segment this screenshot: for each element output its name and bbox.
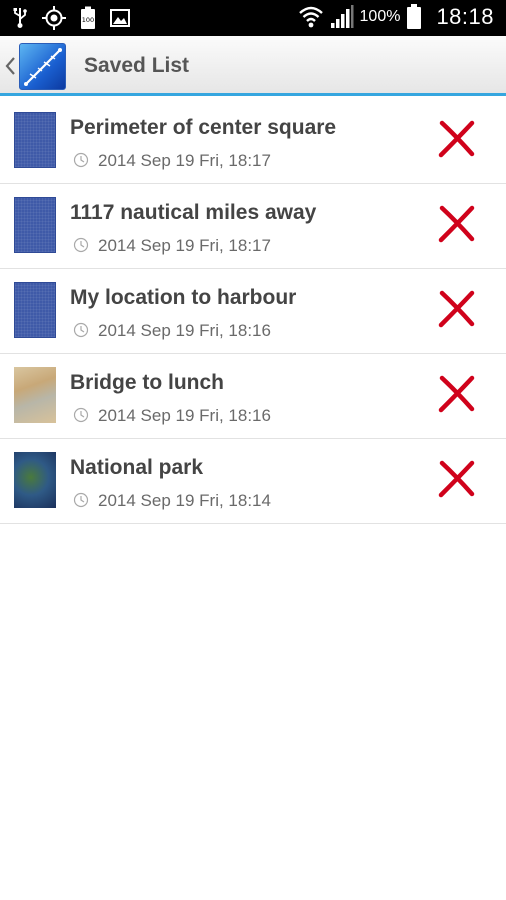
delete-icon[interactable]: [436, 373, 478, 415]
saved-list: Perimeter of center square 2014 Sep 19 F…: [0, 99, 506, 524]
page-title: Saved List: [84, 54, 190, 77]
action-bar: Saved List: [0, 36, 506, 96]
app-logo-icon[interactable]: [19, 43, 66, 90]
wifi-icon: [298, 6, 323, 28]
image-icon: [110, 9, 130, 27]
ruler-icon: [24, 48, 62, 86]
list-item[interactable]: My location to harbour 2014 Sep 19 Fri, …: [0, 269, 506, 354]
map-thumbnail: [14, 282, 56, 338]
clock-icon: [73, 152, 89, 168]
item-timestamp: 2014 Sep 19 Fri, 18:17: [98, 151, 271, 170]
clock-icon: [73, 492, 89, 508]
list-item[interactable]: 1117 nautical miles away 2014 Sep 19 Fri…: [0, 184, 506, 269]
delete-icon[interactable]: [436, 118, 478, 160]
item-title: My location to harbour: [70, 286, 297, 309]
map-thumbnail: [14, 452, 56, 508]
map-thumbnail: [14, 112, 56, 168]
item-title: Bridge to lunch: [70, 371, 224, 394]
item-timestamp: 2014 Sep 19 Fri, 18:16: [98, 406, 271, 425]
item-title: Perimeter of center square: [70, 116, 337, 139]
map-thumbnail: [14, 197, 56, 253]
status-clock: 18:18: [436, 4, 494, 29]
notification-icons: 100: [12, 6, 130, 30]
signal-icon: [330, 5, 354, 28]
delete-icon[interactable]: [436, 288, 478, 330]
clock-icon: [73, 407, 89, 423]
battery-saver-icon: 100: [81, 6, 95, 29]
battery-icon: [407, 4, 422, 29]
chevron-left-icon[interactable]: [4, 56, 16, 76]
map-thumbnail: [14, 367, 56, 423]
item-timestamp: 2014 Sep 19 Fri, 18:14: [98, 491, 271, 510]
gps-icon: [42, 6, 66, 30]
item-title: 1117 nautical miles away: [70, 201, 317, 224]
clock-icon: [73, 322, 89, 338]
delete-icon[interactable]: [436, 203, 478, 245]
battery-percent: 100%: [359, 8, 401, 25]
clock-icon: [73, 237, 89, 253]
delete-icon[interactable]: [436, 458, 478, 500]
system-icons: 100% 18:18: [298, 4, 494, 30]
status-bar: 100 100% 18:18: [0, 0, 506, 36]
item-timestamp: 2014 Sep 19 Fri, 18:17: [98, 236, 271, 255]
list-item[interactable]: Perimeter of center square 2014 Sep 19 F…: [0, 99, 506, 184]
mini-battery-label: 100: [82, 16, 94, 24]
list-item[interactable]: National park 2014 Sep 19 Fri, 18:14: [0, 439, 506, 524]
item-timestamp: 2014 Sep 19 Fri, 18:16: [98, 321, 271, 340]
item-title: National park: [70, 456, 204, 479]
usb-icon: [13, 8, 27, 28]
list-item[interactable]: Bridge to lunch 2014 Sep 19 Fri, 18:16: [0, 354, 506, 439]
